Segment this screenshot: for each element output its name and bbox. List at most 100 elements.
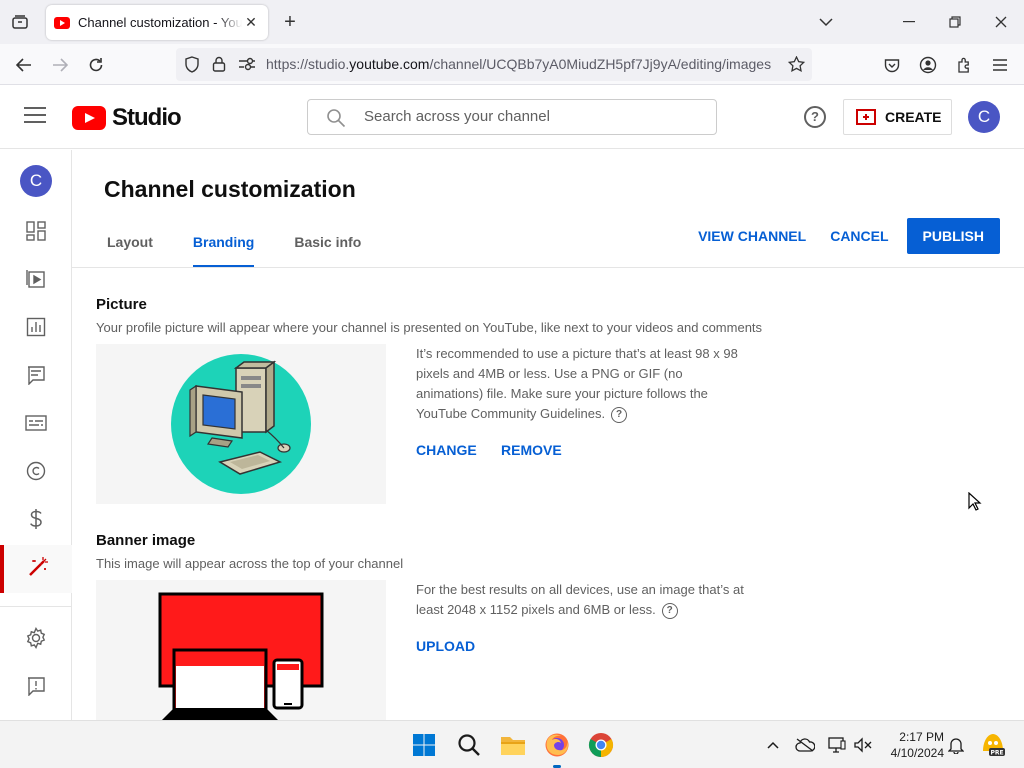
account-avatar[interactable]: C xyxy=(968,101,1000,133)
banner-illustration xyxy=(158,592,324,720)
app-menu-icon[interactable] xyxy=(988,53,1012,77)
clock-time: 2:17 PM xyxy=(899,730,944,744)
youtube-favicon-icon xyxy=(54,16,70,29)
show-hidden-icons-chevron-icon[interactable] xyxy=(763,735,783,755)
help-icon[interactable]: ? xyxy=(804,106,826,128)
forward-arrow-icon[interactable] xyxy=(48,53,72,77)
picture-info: It’s recommended to use a picture that’s… xyxy=(416,344,751,424)
create-video-icon xyxy=(856,109,876,125)
url-text[interactable]: https://studio.youtube.com/channel/UCQBb… xyxy=(266,56,771,72)
profile-picture-image xyxy=(171,354,311,494)
header-actions: VIEW CHANNEL CANCEL PUBLISH xyxy=(686,218,1000,254)
clock-date: 4/10/2024 xyxy=(890,746,944,760)
help-icon[interactable]: ? xyxy=(661,602,678,619)
display-icon[interactable] xyxy=(827,735,847,755)
browser-tab[interactable]: Channel customization - YouTube Studio ✕ xyxy=(46,5,268,40)
minimize-icon[interactable] xyxy=(897,10,921,34)
firefox-icon[interactable] xyxy=(543,731,571,759)
customization-tabs: Layout Branding Basic info xyxy=(107,234,401,268)
taskbar-search-icon[interactable] xyxy=(455,731,483,759)
notification-bell-icon[interactable] xyxy=(946,735,966,755)
account-icon[interactable] xyxy=(916,53,940,77)
close-window-icon[interactable] xyxy=(989,10,1013,34)
subtitles-icon xyxy=(25,414,47,436)
copyright-icon xyxy=(26,461,46,486)
sidebar-item-content[interactable] xyxy=(0,257,72,305)
tab-list-icon[interactable] xyxy=(8,11,32,33)
address-bar[interactable]: https://studio.youtube.com/channel/UCQBb… xyxy=(176,48,812,81)
banner-info: For the best results on all devices, use… xyxy=(416,580,751,620)
sidebar-item-comments[interactable] xyxy=(0,353,72,401)
studio-logo[interactable]: Studio xyxy=(72,104,182,132)
picture-section-desc: Your profile picture will appear where y… xyxy=(96,320,763,335)
sidebar-item-feedback[interactable] xyxy=(0,664,72,712)
picture-info-text: It’s recommended to use a picture that’s… xyxy=(416,346,738,421)
pocket-icon[interactable] xyxy=(880,53,904,77)
dollar-icon xyxy=(29,508,43,535)
sidebar-item-subtitles[interactable] xyxy=(0,401,72,449)
sidebar-item-dashboard[interactable] xyxy=(0,209,72,257)
copilot-pre-icon[interactable]: PRE xyxy=(980,731,1006,757)
tracking-protection-icon[interactable] xyxy=(184,56,200,78)
studio-logo-text: Studio xyxy=(112,104,182,131)
sidebar-item-settings[interactable] xyxy=(0,616,72,664)
banner-info-text: For the best results on all devices, use… xyxy=(416,582,744,617)
picture-section-title: Picture xyxy=(96,296,147,313)
magic-wand-icon xyxy=(27,556,49,583)
taskbar-clock[interactable]: 2:17 PM 4/10/2024 xyxy=(880,729,944,761)
search-icon xyxy=(326,108,346,133)
permissions-icon[interactable] xyxy=(238,57,256,76)
network-volume-icon[interactable] xyxy=(853,735,873,755)
onedrive-offline-icon[interactable] xyxy=(795,735,815,755)
new-tab-button[interactable]: + xyxy=(280,11,300,33)
tab-layout[interactable]: Layout xyxy=(107,234,153,268)
tab-basic-info[interactable]: Basic info xyxy=(294,234,361,268)
restore-icon[interactable] xyxy=(943,10,967,34)
sidebar: C xyxy=(0,150,72,720)
windows-start-icon[interactable] xyxy=(410,731,438,759)
sidebar-item-customization[interactable] xyxy=(0,545,72,593)
create-button[interactable]: CREATE xyxy=(843,99,952,135)
browser-tabbar: Channel customization - YouTube Studio ✕… xyxy=(0,0,1024,44)
comments-icon xyxy=(26,365,46,390)
youtube-play-logo-icon xyxy=(72,106,106,130)
taskbar: 2:17 PM 4/10/2024 PRE xyxy=(0,720,1024,768)
sidebar-channel-avatar[interactable]: C xyxy=(20,165,52,197)
reload-icon[interactable] xyxy=(84,53,108,77)
cancel-button[interactable]: CANCEL xyxy=(818,218,900,254)
mouse-cursor-icon xyxy=(968,491,982,517)
bookmark-star-icon[interactable] xyxy=(787,55,806,77)
gear-icon xyxy=(25,626,47,654)
extensions-icon[interactable] xyxy=(952,53,976,77)
sidebar-item-copyright[interactable] xyxy=(0,449,72,497)
profile-picture-preview xyxy=(96,344,386,504)
search-input[interactable] xyxy=(364,108,704,125)
sidebar-item-analytics[interactable] xyxy=(0,305,72,353)
analytics-icon xyxy=(26,317,46,342)
page-title: Channel customization xyxy=(104,176,356,202)
create-button-label: CREATE xyxy=(885,109,942,125)
list-all-tabs-icon[interactable] xyxy=(814,10,838,34)
studio-header: Studio ? CREATE C xyxy=(0,85,1024,149)
sidebar-item-earn[interactable] xyxy=(0,497,72,545)
view-channel-button[interactable]: VIEW CHANNEL xyxy=(686,218,818,254)
banner-section-title: Banner image xyxy=(96,532,196,549)
help-icon[interactable]: ? xyxy=(611,406,628,423)
tab-branding[interactable]: Branding xyxy=(192,234,255,268)
dashboard-icon xyxy=(26,220,46,246)
lock-icon[interactable] xyxy=(212,56,226,77)
file-explorer-icon[interactable] xyxy=(499,731,527,759)
upload-banner-button[interactable]: UPLOAD xyxy=(416,638,475,654)
search-box[interactable] xyxy=(307,99,717,135)
svg-text:PRE: PRE xyxy=(990,750,1003,757)
hamburger-menu-icon[interactable] xyxy=(24,107,46,125)
content-icon xyxy=(26,269,46,294)
main-content: Channel customization Layout Branding Ba… xyxy=(72,150,1024,720)
publish-button[interactable]: PUBLISH xyxy=(906,218,1000,254)
chrome-icon[interactable] xyxy=(587,731,615,759)
change-picture-button[interactable]: CHANGE xyxy=(416,442,477,458)
back-arrow-icon[interactable] xyxy=(12,53,36,77)
tabs-divider xyxy=(72,267,1024,268)
remove-picture-button[interactable]: REMOVE xyxy=(501,442,562,458)
close-tab-icon[interactable]: ✕ xyxy=(242,14,260,31)
